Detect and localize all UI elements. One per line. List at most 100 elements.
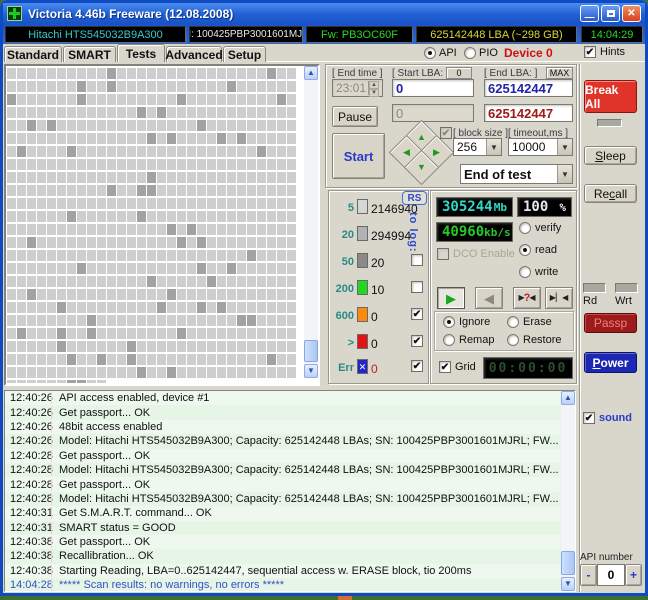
power-button[interactable]: Power (584, 352, 637, 373)
start-lba-input[interactable]: 0 (392, 79, 474, 97)
scroll-down-icon[interactable]: ▼ (304, 364, 318, 378)
log-scrollbar[interactable]: ▲ ▼ (561, 391, 575, 591)
scan-block (7, 315, 16, 326)
scan-block (77, 185, 86, 196)
scan-block (287, 107, 296, 118)
remap-radio-group[interactable]: Remap (443, 334, 494, 346)
restore-radio-group[interactable]: Restore (507, 334, 562, 346)
block-size-select[interactable]: 256 ▼ (453, 138, 502, 156)
scan-map-row (7, 211, 304, 222)
seek-end-button[interactable]: ▶▏◀ (545, 287, 573, 309)
erase-radio[interactable] (507, 316, 519, 328)
scan-block (287, 367, 296, 378)
scan-block (237, 367, 246, 378)
passp-button[interactable]: Passp (584, 313, 637, 333)
pio-radio[interactable] (464, 47, 476, 59)
timeout-select[interactable]: 10000 ▼ (508, 138, 573, 156)
scan-block (257, 172, 266, 183)
scan-block (167, 107, 176, 118)
pause-button[interactable]: Pause (332, 106, 378, 127)
restore-radio[interactable] (507, 334, 519, 346)
write-radio[interactable] (519, 266, 531, 278)
sound-checkbox[interactable]: ✔ (583, 412, 595, 424)
minimize-button[interactable]: — (580, 5, 599, 22)
log-checkbox-gt[interactable]: ✔ (411, 335, 423, 347)
maximize-button[interactable] (601, 5, 620, 22)
sound-checkbox-group[interactable]: ✔ sound (583, 412, 632, 424)
api-radio[interactable] (424, 47, 436, 59)
seek-question-button[interactable]: ▶? ◀ (513, 287, 541, 309)
log-panel[interactable]: 12:40:26 API access enabled, device #1 1… (4, 390, 576, 592)
scan-block (37, 185, 46, 196)
play-button[interactable]: ▶ (437, 287, 465, 309)
end-action-select[interactable]: End of test ▼ (460, 164, 573, 184)
ignore-radio[interactable] (443, 316, 455, 328)
hints-checkbox[interactable]: ✔ (584, 46, 596, 58)
write-radio-group[interactable]: write (519, 266, 558, 278)
remap-radio[interactable] (443, 334, 455, 346)
scan-map-scrollbar[interactable]: ▲ ▼ (304, 66, 318, 378)
read-radio-group[interactable]: read (519, 244, 557, 256)
scan-block (247, 120, 256, 131)
scan-block (127, 211, 136, 222)
pio-radio-group[interactable]: PIO (464, 47, 498, 59)
scan-block (27, 302, 36, 313)
break-all-button[interactable]: Break All (584, 80, 637, 113)
end-lba-input[interactable]: 625142447 (484, 79, 573, 97)
back-button[interactable]: ◀ (475, 287, 503, 309)
erase-radio-group[interactable]: Erase (507, 316, 552, 328)
close-button[interactable]: ✕ (622, 5, 641, 22)
scan-map-row (7, 172, 304, 183)
sleep-button[interactable]: Sleep (584, 146, 637, 165)
spin-up-icon[interactable]: ▲ (369, 81, 379, 89)
scroll-up-icon[interactable]: ▲ (304, 66, 318, 80)
log-checkbox-50[interactable] (411, 254, 423, 266)
ignore-radio-group[interactable]: Ignore (443, 316, 490, 328)
api-minus-button[interactable]: - (580, 564, 597, 586)
scan-block (237, 328, 246, 339)
verify-radio[interactable] (519, 222, 531, 234)
log-checkbox-err[interactable]: ✔ (411, 360, 423, 372)
log-checkbox-200[interactable] (411, 281, 423, 293)
log-row: 12:40:26 Model: Hitachi HTS545032B9A300;… (5, 434, 560, 448)
scan-block (227, 302, 236, 313)
scan-block (67, 133, 76, 144)
scan-block (207, 107, 216, 118)
title-bar[interactable]: Victoria 4.46b Freeware (12.08.2008) — ✕ (3, 3, 645, 24)
scan-block (237, 159, 246, 170)
scan-block (47, 172, 56, 183)
tab-tests[interactable]: Tests (117, 44, 165, 62)
scan-block (137, 81, 146, 92)
scan-block (277, 68, 286, 79)
tab-setup[interactable]: Setup (223, 46, 266, 62)
scan-block (87, 367, 96, 378)
spin-down-icon[interactable]: ▼ (369, 89, 379, 97)
grid-checkbox-group[interactable]: ✔ Grid (439, 361, 476, 373)
scroll-up-icon[interactable]: ▲ (561, 391, 575, 405)
zero-button[interactable]: 0 (446, 67, 472, 79)
log-checkbox-600[interactable]: ✔ (411, 308, 423, 320)
scroll-down-icon[interactable]: ▼ (561, 577, 575, 591)
chevron-down-icon[interactable]: ▼ (486, 139, 501, 155)
scroll-thumb[interactable] (304, 340, 318, 362)
start-button[interactable]: Start (332, 133, 385, 179)
tab-smart[interactable]: SMART (63, 46, 116, 62)
tab-standard[interactable]: Standard (4, 46, 62, 62)
read-label: read (535, 244, 558, 256)
chevron-down-icon[interactable]: ▼ (557, 165, 572, 183)
scan-block (97, 367, 106, 378)
verify-radio-group[interactable]: verify (519, 222, 561, 234)
counter-value-err: 0 (371, 362, 378, 376)
grid-checkbox[interactable]: ✔ (439, 361, 451, 373)
scan-block (77, 133, 86, 144)
recall-button[interactable]: Re c all (584, 184, 637, 203)
hints-checkbox-group[interactable]: ✔ Hints (584, 46, 625, 58)
scan-block (7, 120, 16, 131)
scroll-thumb[interactable] (561, 551, 575, 575)
tab-advanced[interactable]: Advanced (165, 46, 223, 62)
max-button[interactable]: MAX (546, 67, 573, 79)
read-radio[interactable] (519, 244, 531, 256)
api-radio-group[interactable]: API (424, 47, 457, 59)
chevron-down-icon[interactable]: ▼ (557, 139, 572, 155)
api-plus-button[interactable]: + (625, 564, 642, 586)
